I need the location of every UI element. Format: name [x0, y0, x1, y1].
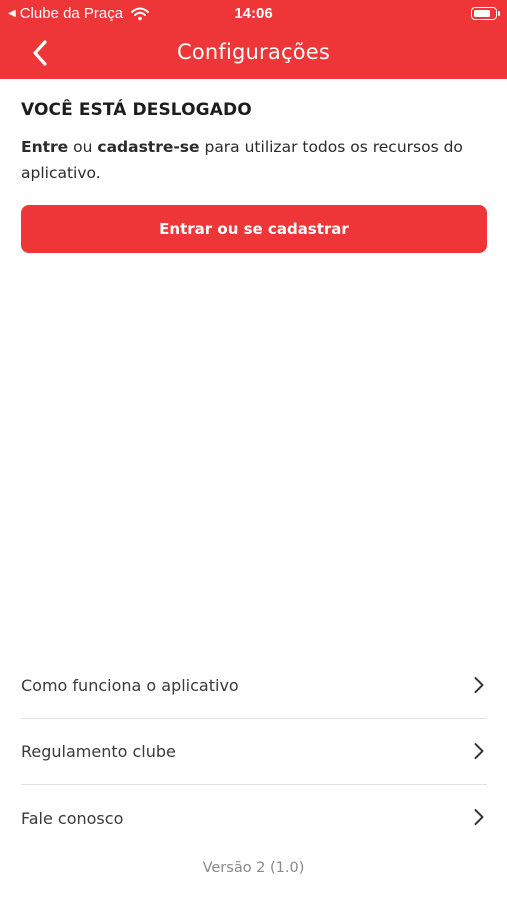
desc-or: ou — [68, 138, 98, 156]
navigation-bar: Configurações — [0, 28, 507, 79]
header-bar: ◀ Clube da Praça 14:06 Configurações — [0, 0, 507, 79]
menu-item-label: Como funciona o aplicativo — [21, 676, 239, 695]
page-title: Configurações — [176, 40, 331, 64]
desc-signup-word: cadastre-se — [97, 138, 200, 156]
logged-out-section: VOCÊ ESTÁ DESLOGADO Entre ou cadastre-se… — [21, 100, 487, 253]
chevron-right-icon — [474, 742, 484, 759]
menu-item-label: Fale conosco — [21, 808, 124, 828]
chevron-right-icon — [474, 809, 484, 826]
logged-out-description: Entre ou cadastre-se para utilizar todos… — [21, 134, 487, 186]
login-signup-button[interactable]: Entrar ou se cadastrar — [21, 205, 487, 253]
status-bar: ◀ Clube da Praça 14:06 — [0, 0, 507, 28]
menu-item-label: Regulamento clube — [21, 742, 176, 761]
menu-item-how-it-works[interactable]: Como funciona o aplicativo — [21, 653, 487, 719]
battery-level — [474, 10, 490, 17]
chevron-right-icon — [474, 676, 484, 693]
status-time: 14:06 — [234, 5, 273, 22]
app-version: Versão 2 (1.0) — [202, 860, 305, 876]
settings-menu: Como funciona o aplicativo Regulamento c… — [21, 653, 487, 851]
desc-login-word: Entre — [21, 138, 69, 156]
logged-out-heading: VOCÊ ESTÁ DESLOGADO — [21, 100, 252, 120]
battery-icon — [471, 7, 500, 20]
menu-item-contact[interactable]: Fale conosco — [21, 785, 487, 851]
menu-item-regulations[interactable]: Regulamento clube — [21, 719, 487, 785]
